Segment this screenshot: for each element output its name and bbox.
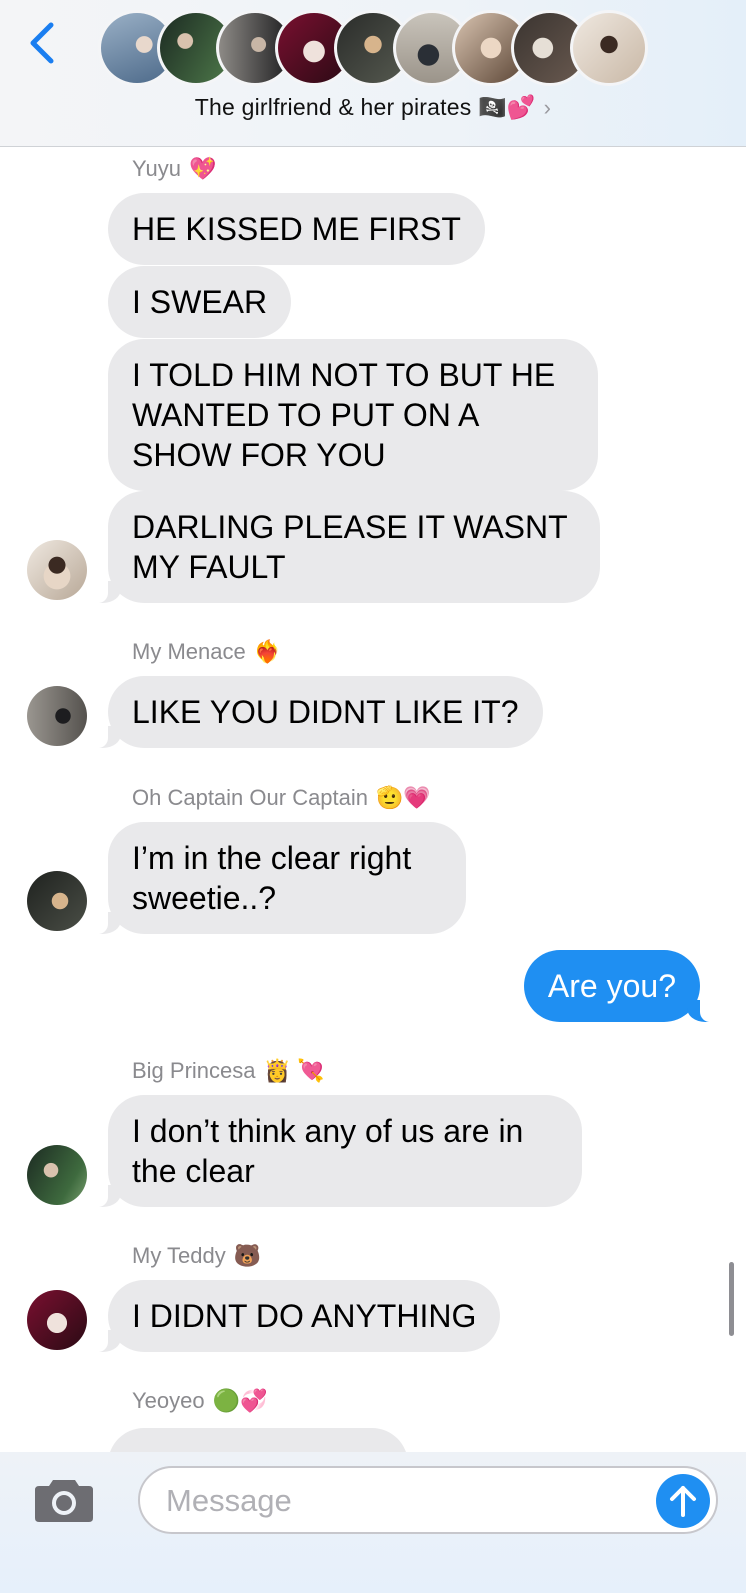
chevron-right-icon: › [543, 95, 552, 120]
back-button[interactable] [22, 18, 62, 68]
message-text-line: WANTED TO PUT ON A [132, 397, 480, 433]
sender-avatar[interactable] [27, 1290, 87, 1350]
message-text: I DIDNT DO ANYTHING [132, 1298, 477, 1334]
message-text-line: MY FAULT [132, 549, 286, 585]
sender-avatar[interactable] [27, 686, 87, 746]
incoming-message[interactable]: I DIDNT DO ANYTHING [93, 1280, 501, 1352]
sender-emoji: ❤️‍🔥 [253, 639, 282, 664]
sender-emoji: 👸 💘 [263, 1058, 325, 1083]
scroll-indicator[interactable] [729, 1262, 734, 1336]
incoming-message[interactable]: HE KISSED ME FIRST [108, 193, 485, 265]
outgoing-message[interactable]: Are you? [523, 950, 715, 1022]
message-composer [0, 1452, 746, 1593]
sender-emoji: 🟢💞 [212, 1388, 268, 1413]
group-name-text: The girlfriend & her pirates 🏴‍☠️💕 [194, 94, 536, 120]
group-avatar [570, 10, 648, 86]
incoming-message[interactable]: I’m in the clear right sweetie..? [94, 822, 466, 934]
sender-name-text: My Menace [132, 639, 246, 664]
message-text: I SWEAR [132, 284, 268, 320]
message-text-line: sweetie..? [132, 880, 277, 916]
sender-avatar[interactable] [27, 540, 87, 600]
group-avatars[interactable] [98, 10, 648, 86]
sender-name-text: Yeoyeo [132, 1388, 205, 1413]
sender-emoji: 💖 [188, 156, 217, 181]
chevron-left-icon [30, 22, 54, 64]
sender-name: My Menace ❤️‍🔥 [132, 639, 281, 665]
sender-name: Oh Captain Our Captain 🫡💗 [132, 785, 431, 811]
sender-name: Yeoyeo 🟢💞 [132, 1388, 267, 1414]
message-text-line: I TOLD HIM NOT TO BUT HE [132, 357, 556, 393]
sender-name-text: Oh Captain Our Captain [132, 785, 369, 810]
sender-name: Big Princesa 👸 💘 [132, 1058, 324, 1084]
message-input[interactable] [166, 1478, 626, 1524]
message-text-line: SHOW FOR YOU [132, 437, 386, 473]
message-text-line: I don’t think any of us are in [132, 1113, 524, 1149]
incoming-message[interactable]: I TOLD HIM NOT TO BUT HE WANTED TO PUT O… [108, 339, 598, 491]
camera-button[interactable] [33, 1476, 95, 1524]
group-name[interactable]: The girlfriend & her pirates 🏴‍☠️💕 › [0, 94, 746, 121]
incoming-message[interactable]: LIKE YOU DIDNT LIKE IT? [94, 676, 543, 748]
incoming-message[interactable]: I SWEAR [108, 266, 292, 338]
sender-emoji: 🫡💗 [376, 785, 431, 810]
message-text: LIKE YOU DIDNT LIKE IT? [132, 694, 519, 730]
conversation-header: The girlfriend & her pirates 🏴‍☠️💕 › [0, 0, 746, 147]
incoming-message[interactable]: I don’t think any of us are in the clear [94, 1095, 582, 1207]
sender-avatar[interactable] [27, 871, 87, 931]
sender-name-text: Big Princesa [132, 1058, 256, 1083]
arrow-up-icon [670, 1486, 696, 1517]
message-text-line: I’m in the clear right [132, 840, 412, 876]
sender-name-text: My Teddy [132, 1243, 226, 1268]
camera-icon [35, 1480, 93, 1522]
sender-emoji: 🐻 [233, 1243, 262, 1268]
sender-name: My Teddy 🐻 [132, 1243, 261, 1269]
send-button[interactable] [656, 1474, 710, 1528]
incoming-message[interactable]: DARLING PLEASE IT WASNT MY FAULT [94, 491, 600, 603]
message-text: Are you? [547, 968, 676, 1004]
incoming-message-partial[interactable] [108, 1428, 408, 1452]
sender-name: Yuyu 💖 [132, 156, 216, 182]
sender-name-text: Yuyu [132, 156, 181, 181]
message-text-line: the clear [132, 1153, 255, 1189]
message-text-line: DARLING PLEASE IT WASNT [132, 509, 568, 545]
message-text: HE KISSED ME FIRST [132, 211, 461, 247]
message-thread[interactable]: Yuyu 💖 HE KISSED ME FIRST I SWEAR I TOLD … [0, 148, 746, 1452]
message-field[interactable] [138, 1466, 718, 1534]
sender-avatar[interactable] [27, 1145, 87, 1205]
